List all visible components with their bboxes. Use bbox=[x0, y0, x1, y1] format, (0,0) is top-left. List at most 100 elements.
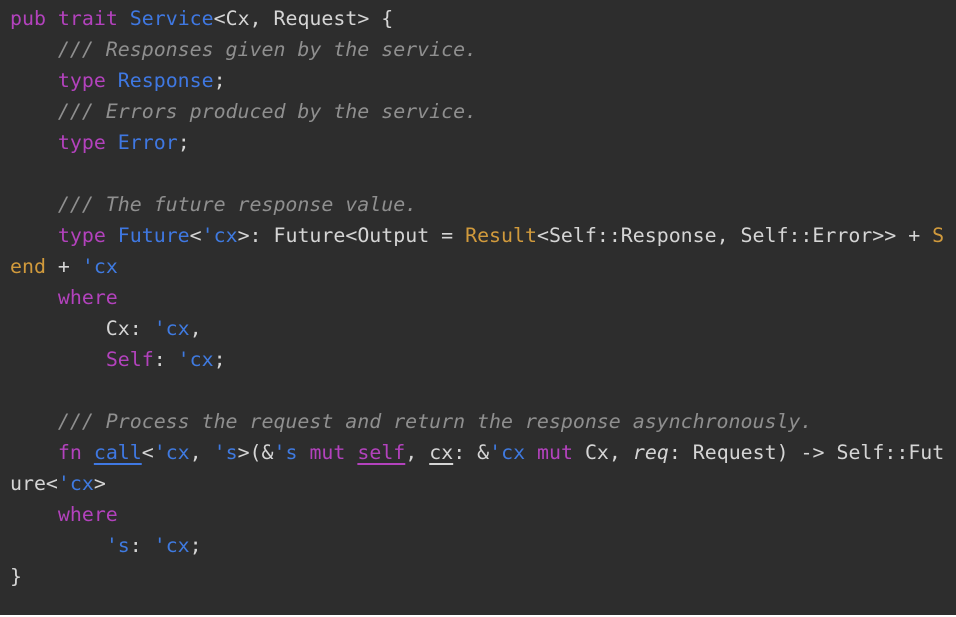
code-token-kw: mut bbox=[537, 441, 573, 464]
code-token-fg: <Cx, Request> { bbox=[214, 7, 394, 30]
code-token-fg: } bbox=[10, 565, 22, 588]
code-token-or: end bbox=[10, 255, 46, 278]
code-token-fg: : Request) -> Self::Fut bbox=[669, 441, 944, 464]
code-token-or: Result bbox=[465, 224, 537, 247]
code-token-fg bbox=[10, 69, 58, 92]
code-token-kw: trait bbox=[58, 7, 118, 30]
code-token-fg: : & bbox=[453, 441, 489, 464]
code-token-fg bbox=[10, 441, 58, 464]
code-line: 's: 'cx; bbox=[10, 530, 946, 561]
code-line: /// The future response value. bbox=[10, 189, 946, 220]
code-token-fg bbox=[297, 441, 309, 464]
code-token-lf: 'cx bbox=[489, 441, 525, 464]
code-token-kw: type bbox=[58, 131, 106, 154]
code-token-fg bbox=[10, 38, 58, 61]
code-token-fg: >(& bbox=[238, 441, 274, 464]
code-token-fg bbox=[10, 503, 58, 526]
code-block: pub trait Service<Cx, Request> { /// Res… bbox=[0, 0, 956, 615]
code-line: Self: 'cx; bbox=[10, 344, 946, 375]
code-line: ure<'cx> bbox=[10, 468, 946, 499]
code-token-kw: type bbox=[58, 224, 106, 247]
code-token-cm: /// Responses given by the service. bbox=[58, 38, 477, 61]
code-token-fg: + bbox=[46, 255, 82, 278]
code-token-fg bbox=[46, 7, 58, 30]
code-token-fg bbox=[10, 410, 58, 433]
code-token-pi: req bbox=[633, 441, 669, 464]
code-line: pub trait Service<Cx, Request> { bbox=[10, 3, 946, 34]
code-token-lf: 'cx bbox=[154, 317, 190, 340]
code-token-lf: 'cx bbox=[82, 255, 118, 278]
screenshot-root: pub trait Service<Cx, Request> { /// Res… bbox=[0, 0, 956, 617]
code-token-fg bbox=[10, 193, 58, 216]
code-token-fg: ; bbox=[214, 69, 226, 92]
code-line: type Future<'cx>: Future<Output = Result… bbox=[10, 220, 946, 251]
code-token-fg: Cx: bbox=[10, 317, 154, 340]
code-line: end + 'cx bbox=[10, 251, 946, 282]
code-token-fg: , bbox=[190, 317, 202, 340]
code-line: /// Responses given by the service. bbox=[10, 34, 946, 65]
code-token-fg bbox=[525, 441, 537, 464]
code-token-lf: 'cx bbox=[154, 441, 190, 464]
code-token-lf: 's bbox=[106, 534, 130, 557]
code-token-lf: 's bbox=[214, 441, 238, 464]
code-token-fg bbox=[345, 441, 357, 464]
code-token-fg bbox=[106, 131, 118, 154]
code-token-fg bbox=[106, 69, 118, 92]
code-token-fg: , bbox=[190, 441, 214, 464]
code-token-lf: 'cx bbox=[58, 472, 94, 495]
code-token-fg: ; bbox=[178, 131, 190, 154]
code-line: where bbox=[10, 499, 946, 530]
code-token-sf: self bbox=[357, 441, 405, 464]
code-token-ty: Service bbox=[130, 7, 214, 30]
code-token-cm: /// The future response value. bbox=[58, 193, 417, 216]
code-token-fg bbox=[10, 348, 106, 371]
code-line: Cx: 'cx, bbox=[10, 313, 946, 344]
code-line bbox=[10, 375, 946, 406]
code-token-fg bbox=[10, 100, 58, 123]
code-token-fg: ; bbox=[190, 534, 202, 557]
code-token-lf: 'cx bbox=[154, 534, 190, 557]
code-line bbox=[10, 158, 946, 189]
code-token-fg: < bbox=[142, 441, 154, 464]
code-token-fn: call bbox=[94, 441, 142, 464]
code-token-vu: cx bbox=[429, 441, 453, 464]
code-token-lf: 'cx bbox=[178, 348, 214, 371]
code-token-kw: where bbox=[58, 503, 118, 526]
code-token-kw: pub bbox=[10, 7, 46, 30]
code-token-fg: > bbox=[94, 472, 106, 495]
code-token-lf: 'cx bbox=[202, 224, 238, 247]
code-token-ty: Future bbox=[118, 224, 190, 247]
code-token-or: S bbox=[932, 224, 944, 247]
code-token-fg bbox=[10, 286, 58, 309]
code-token-kw: where bbox=[58, 286, 118, 309]
code-token-fg: Cx, bbox=[573, 441, 633, 464]
code-token-kw: Self bbox=[106, 348, 154, 371]
code-token-cm: /// Errors produced by the service. bbox=[58, 100, 477, 123]
code-line: where bbox=[10, 282, 946, 313]
code-line: } bbox=[10, 561, 946, 592]
code-line: type Error; bbox=[10, 127, 946, 158]
code-token-fg: < bbox=[190, 224, 202, 247]
code-token-kw: mut bbox=[309, 441, 345, 464]
code-token-kw: type bbox=[58, 69, 106, 92]
code-token-fg: : bbox=[154, 348, 178, 371]
code-token-fg: >: Future<Output = bbox=[238, 224, 466, 247]
code-token-ty: Error bbox=[118, 131, 178, 154]
code-line: /// Errors produced by the service. bbox=[10, 96, 946, 127]
code-token-kw: fn bbox=[58, 441, 82, 464]
code-token-fg: , bbox=[405, 441, 429, 464]
code-token-fg bbox=[82, 441, 94, 464]
code-token-fg bbox=[10, 534, 106, 557]
code-line: type Response; bbox=[10, 65, 946, 96]
code-token-fg bbox=[106, 224, 118, 247]
code-token-fg: <Self::Response, Self::Error>> + bbox=[537, 224, 932, 247]
code-token-ty: Response bbox=[118, 69, 214, 92]
code-line: fn call<'cx, 's>(&'s mut self, cx: &'cx … bbox=[10, 437, 946, 468]
code-token-fg: ure< bbox=[10, 472, 58, 495]
code-token-fg: ; bbox=[214, 348, 226, 371]
code-token-lf: 's bbox=[274, 441, 298, 464]
code-token-cm: /// Process the request and return the r… bbox=[58, 410, 812, 433]
code-line: /// Process the request and return the r… bbox=[10, 406, 946, 437]
code-token-fg: : bbox=[130, 534, 154, 557]
code-token-fg bbox=[10, 131, 58, 154]
